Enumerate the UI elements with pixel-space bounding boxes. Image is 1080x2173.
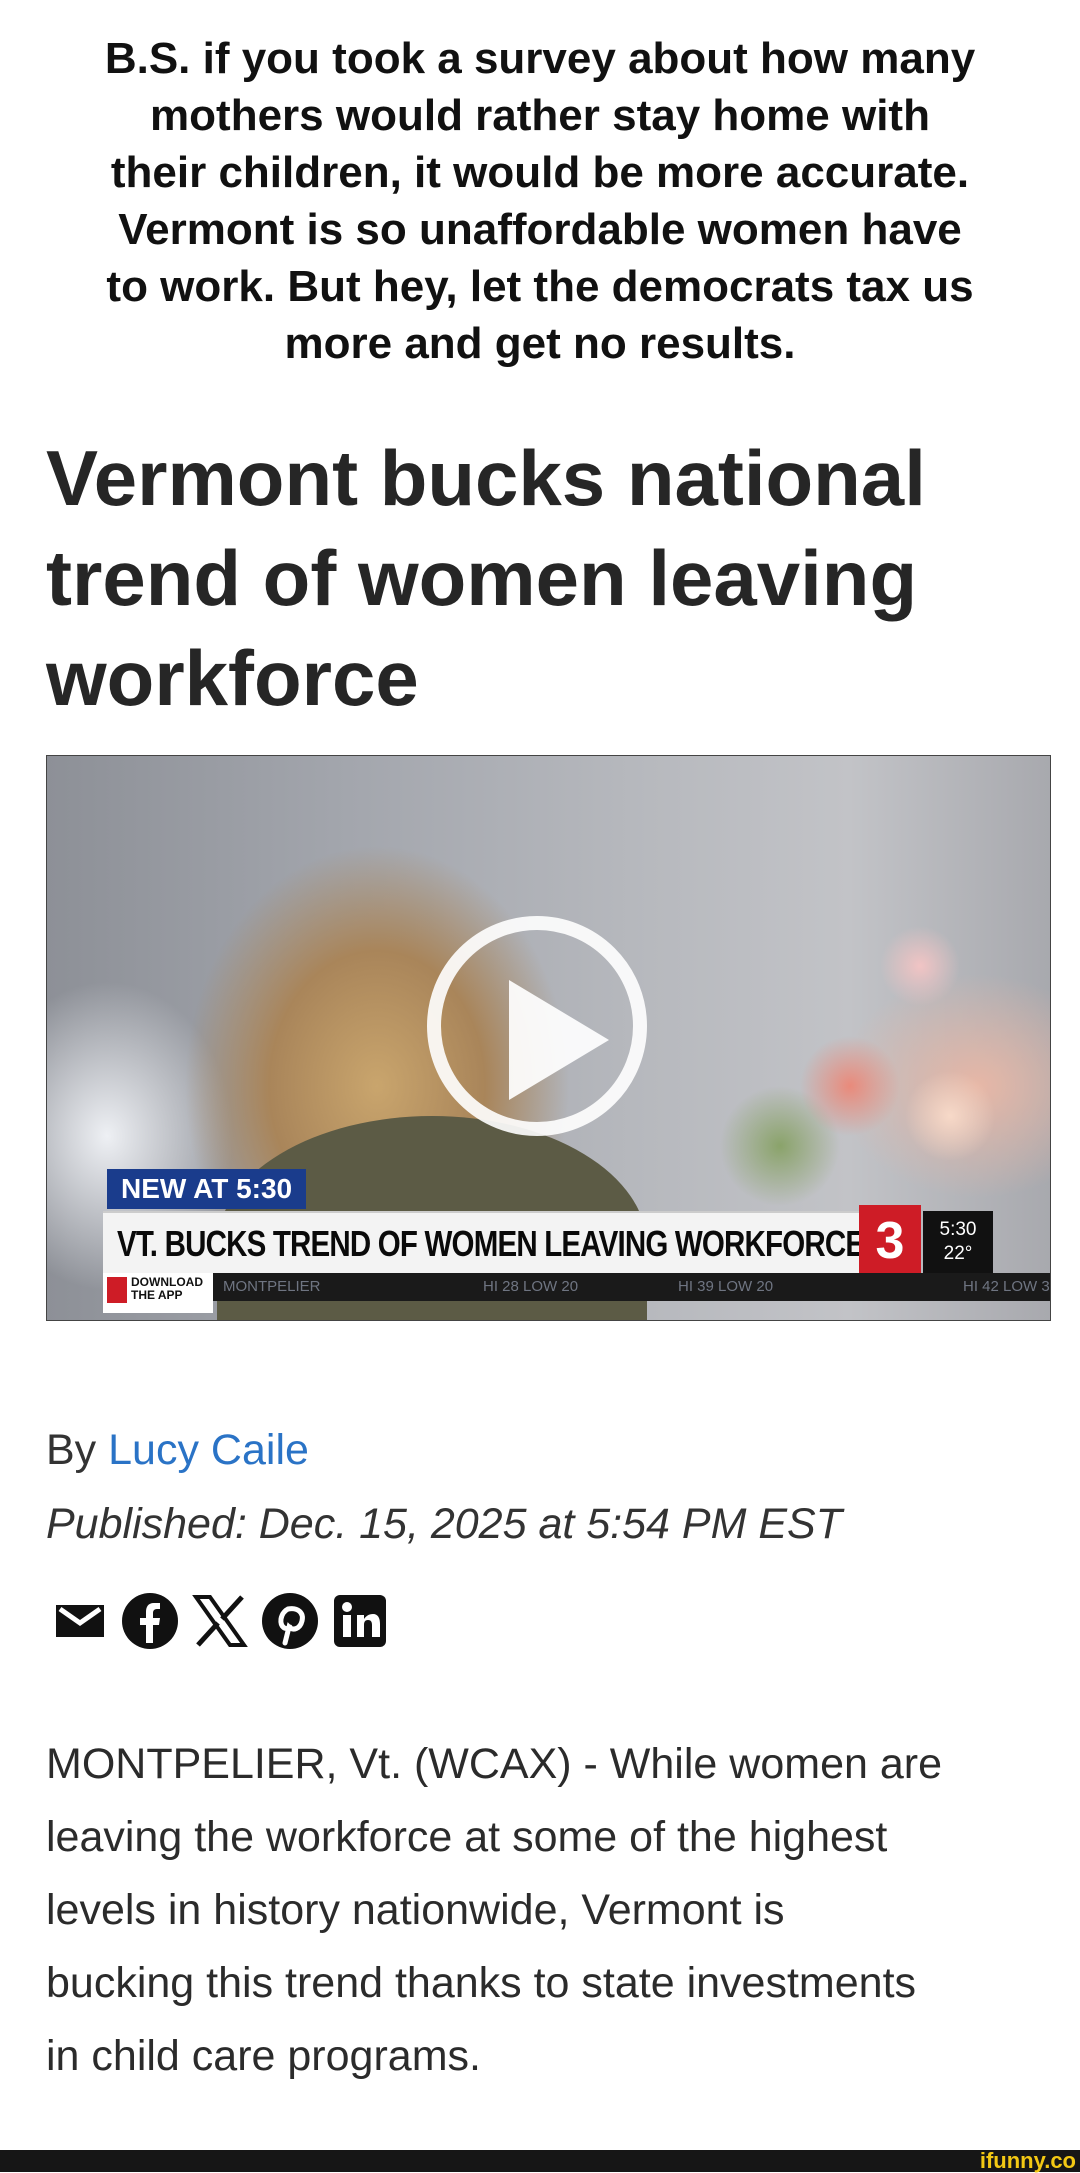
body-line: levels in history nationwide, Vermont is — [46, 1886, 785, 1934]
lower-third-banner: VT. BUCKS TREND OF WOMEN LEAVING WORKFOR… — [103, 1211, 905, 1275]
email-icon[interactable] — [50, 1591, 110, 1651]
body-line: MONTPELIER, Vt. (WCAX) - While women are — [46, 1740, 942, 1788]
ticker-item: MONTPELIER — [223, 1278, 321, 1295]
weather-ticker: MONTPELIER HI 28 LOW 20 HI 39 LOW 20 HI … — [103, 1273, 1050, 1301]
ticker-item: HI 39 LOW 20 — [678, 1278, 774, 1295]
caption-line: Vermont is so unaffordable women have — [118, 205, 962, 254]
ticker-item: HI 42 LOW 35 — [963, 1278, 1051, 1295]
published-date: Published: Dec. 15, 2025 at 5:54 PM EST — [46, 1500, 842, 1548]
body-line: leaving the workforce at some of the hig… — [46, 1813, 888, 1861]
post-caption: B.S. if you took a survey about how many… — [40, 30, 1040, 372]
headline-line: trend of women leaving — [46, 534, 918, 622]
play-button[interactable] — [427, 916, 647, 1136]
app-logo-icon — [107, 1277, 127, 1303]
article-headline: Vermont bucks national trend of women le… — [46, 428, 1046, 728]
caption-line: more and get no results. — [284, 319, 796, 368]
time-text: 5:30 — [939, 1219, 977, 1240]
byline: By Lucy Caile — [46, 1420, 309, 1480]
byline-prefix: By — [46, 1426, 97, 1474]
video-frame-flowers — [690, 906, 1010, 1206]
headline-line: Vermont bucks national — [46, 434, 926, 522]
caption-line: mothers would rather stay home with — [150, 91, 930, 140]
channel-logo: 3 — [859, 1205, 921, 1277]
watermark: ifunny.co — [979, 2148, 1076, 2173]
video-player[interactable]: NEW AT 5:30 VT. BUCKS TREND OF WOMEN LEA… — [46, 755, 1051, 1321]
share-bar — [50, 1590, 400, 1652]
facebook-icon[interactable] — [120, 1591, 180, 1651]
caption-line: B.S. if you took a survey about how many — [104, 34, 976, 83]
pinterest-icon[interactable] — [260, 1591, 320, 1651]
temperature-text: 22° — [943, 1243, 973, 1264]
lower-third-text: VT. BUCKS TREND OF WOMEN LEAVING WORKFOR… — [117, 1223, 865, 1264]
body-line: bucking this trend thanks to state inves… — [46, 1959, 917, 2007]
author-link[interactable]: Lucy Caile — [108, 1426, 309, 1474]
caption-line: their children, it would be more accurat… — [110, 148, 970, 197]
caption-line: to work. But hey, let the democrats tax … — [106, 262, 974, 311]
linkedin-icon[interactable] — [330, 1591, 390, 1651]
article-body: MONTPELIER, Vt. (WCAX) - While women are… — [46, 1728, 1046, 2093]
footer-bar: ifunny.co — [0, 2150, 1080, 2172]
play-icon — [509, 980, 609, 1100]
body-line: in child care programs. — [46, 2032, 481, 2080]
headline-line: workforce — [46, 634, 419, 722]
time-temperature: 5:30 22° — [923, 1211, 993, 1273]
news-tag: NEW AT 5:30 — [107, 1169, 307, 1209]
x-icon[interactable] — [190, 1591, 250, 1651]
ticker-item: HI 28 LOW 20 — [483, 1278, 579, 1295]
app-promo: DOWNLOAD THE APP — [103, 1273, 213, 1313]
